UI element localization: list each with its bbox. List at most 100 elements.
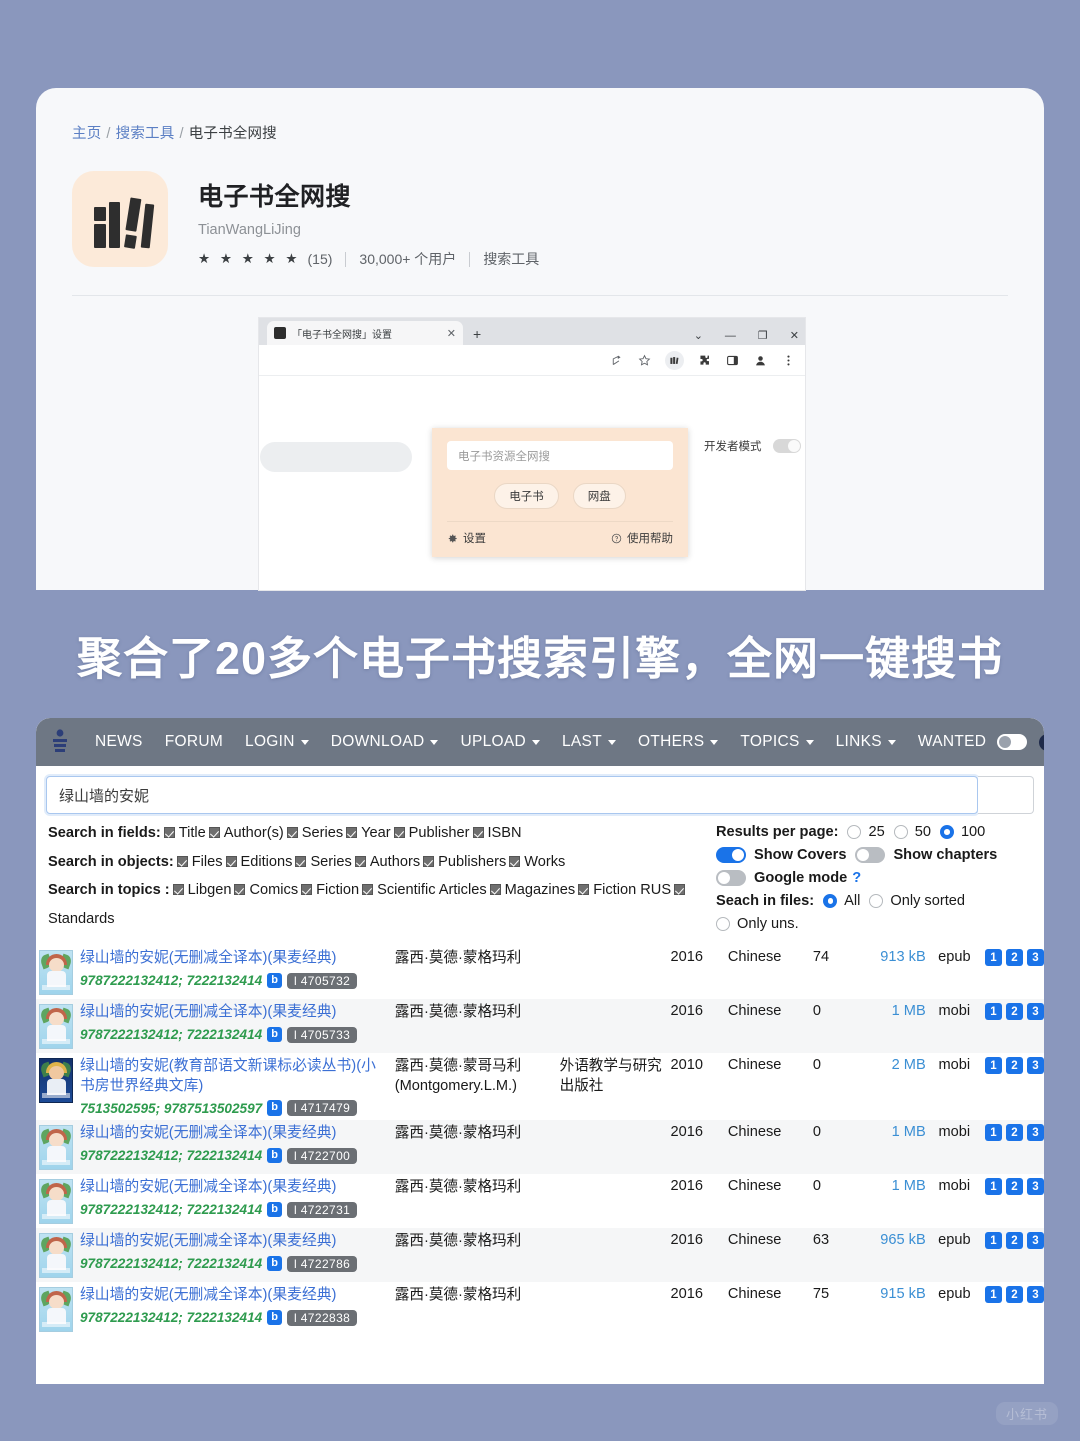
cell-size[interactable]: 1 MB xyxy=(865,1124,926,1140)
google-mode-help-icon[interactable]: ? xyxy=(852,870,861,886)
mirror-link-2[interactable]: 2 xyxy=(1006,1003,1023,1020)
mirror-link-3[interactable]: 3 xyxy=(1027,1178,1044,1196)
nav-item-download[interactable]: DOWNLOAD xyxy=(320,733,450,751)
nav-item-wanted[interactable]: WANTED xyxy=(907,733,997,751)
mirror-link-3[interactable]: 3 xyxy=(1027,1286,1044,1304)
checkbox-works[interactable] xyxy=(509,855,521,867)
badge-record-id[interactable]: l 4722838 xyxy=(286,1309,358,1326)
mirror-link-2[interactable]: 2 xyxy=(1006,1124,1023,1142)
puzzle-icon[interactable] xyxy=(697,353,712,368)
checkbox-standards[interactable] xyxy=(674,884,686,896)
checkbox-authors[interactable] xyxy=(208,827,220,838)
checkbox-magazines[interactable] xyxy=(489,884,501,896)
mirror-link-1[interactable]: 1 xyxy=(985,949,1002,966)
book-title-link[interactable]: 绿山墙的安妮(无删减全译本)(果麦经典) xyxy=(80,1178,389,1198)
cell-size[interactable]: 2 MB xyxy=(865,1057,926,1073)
radio-files-only-uns[interactable] xyxy=(716,917,730,931)
checkbox-year[interactable] xyxy=(346,827,358,838)
maximize-icon[interactable]: ❐ xyxy=(758,329,768,342)
search-input[interactable]: 绿山墙的安妮 xyxy=(46,776,978,814)
table-row[interactable]: 绿山墙的安妮(教育部语文新课标必读丛书)(小书房世界经典文库) 75135025… xyxy=(36,1053,1044,1121)
minimize-icon[interactable]: — xyxy=(725,330,736,342)
book-title-link[interactable]: 绿山墙的安妮(无删减全译本)(果麦经典) xyxy=(80,1232,389,1252)
nav-item-others[interactable]: OTHERS xyxy=(627,733,729,751)
book-title-link[interactable]: 绿山墙的安妮(无删减全译本)(果麦经典) xyxy=(80,1124,389,1144)
badge-record-id[interactable]: l 4705732 xyxy=(286,972,358,989)
badge-record-id[interactable]: l 4705733 xyxy=(286,1026,358,1043)
close-tab-icon[interactable]: ✕ xyxy=(447,327,456,340)
mirror-link-1[interactable]: 1 xyxy=(985,1178,1002,1196)
badge-b[interactable]: b xyxy=(267,1100,282,1116)
radio-50[interactable] xyxy=(893,825,908,839)
book-title-link[interactable]: 绿山墙的安妮(无删减全译本)(果麦经典) xyxy=(80,1003,389,1023)
badge-b[interactable]: b xyxy=(267,1255,282,1272)
nav-item-topics[interactable]: TOPICS xyxy=(729,733,824,751)
nav-item-news[interactable]: NEWS xyxy=(84,733,154,751)
nav-theme-toggle[interactable] xyxy=(997,734,1028,750)
book-cover[interactable] xyxy=(39,1125,73,1171)
cell-size[interactable]: 913 kB xyxy=(865,949,925,965)
book-cover[interactable] xyxy=(39,1287,73,1333)
popup-settings-link[interactable]: 设置 xyxy=(447,530,486,546)
nav-item-forum[interactable]: FORUM xyxy=(154,733,234,751)
libgen-logo-icon[interactable] xyxy=(50,729,70,755)
mirror-link-1[interactable]: 1 xyxy=(985,1124,1002,1142)
moon-icon[interactable] xyxy=(1039,733,1044,751)
mirror-link-2[interactable]: 2 xyxy=(1006,1178,1023,1196)
toggle-show-covers[interactable] xyxy=(716,847,746,863)
checkbox-publisher[interactable] xyxy=(393,827,405,838)
radio-25[interactable] xyxy=(847,825,862,839)
checkbox-editions[interactable] xyxy=(225,855,237,867)
new-tab-icon[interactable]: + xyxy=(473,326,481,342)
book-cover[interactable] xyxy=(39,950,73,995)
browser-tab[interactable]: 「电子书全网搜」设置 ✕ xyxy=(267,321,463,345)
nav-item-links[interactable]: LINKS xyxy=(825,733,907,751)
mirror-link-1[interactable]: 1 xyxy=(985,1286,1002,1304)
developer-mode-toggle[interactable] xyxy=(772,439,801,453)
badge-record-id[interactable]: l 4722731 xyxy=(286,1201,358,1218)
badge-record-id[interactable]: l 4722700 xyxy=(286,1147,358,1164)
badge-b[interactable]: b xyxy=(267,1309,282,1326)
star-icon[interactable] xyxy=(637,353,652,368)
checkbox-libgen[interactable] xyxy=(172,884,184,896)
cell-size[interactable]: 965 kB xyxy=(865,1232,925,1248)
checkbox-obj-authors[interactable] xyxy=(354,855,366,867)
collapse-icon[interactable]: ⌄ xyxy=(694,329,703,342)
breadcrumb-home[interactable]: 主页 xyxy=(72,126,101,142)
popup-button-netdisk[interactable]: 网盘 xyxy=(572,483,626,509)
checkbox-fiction[interactable] xyxy=(301,884,313,896)
table-row[interactable]: 绿山墙的安妮(无删减全译本)(果麦经典) 9787222132412; 7222… xyxy=(36,999,1044,1053)
radio-files-all[interactable] xyxy=(823,894,838,908)
checkbox-title[interactable] xyxy=(163,827,175,838)
mirror-link-1[interactable]: 1 xyxy=(985,1232,1002,1250)
checkbox-files[interactable] xyxy=(176,855,188,867)
mirror-link-1[interactable]: 1 xyxy=(985,1057,1002,1074)
book-title-link[interactable]: 绿山墙的安妮(无删减全译本)(果麦经典) xyxy=(80,949,389,969)
table-row[interactable]: 绿山墙的安妮(无删减全译本)(果麦经典) 9787222132412; 7222… xyxy=(36,945,1044,999)
book-title-link[interactable]: 绿山墙的安妮(无删减全译本)(果麦经典) xyxy=(80,1286,389,1306)
checkbox-obj-series[interactable] xyxy=(295,855,307,867)
cell-size[interactable]: 915 kB xyxy=(865,1286,925,1302)
radio-100[interactable] xyxy=(939,825,954,839)
badge-b[interactable]: b xyxy=(267,1026,282,1043)
breadcrumb-category[interactable]: 搜索工具 xyxy=(116,126,175,142)
checkbox-comics[interactable] xyxy=(234,884,246,896)
book-cover[interactable] xyxy=(39,1179,73,1225)
badge-b[interactable]: b xyxy=(267,1201,282,1218)
mirror-link-3[interactable]: 3 xyxy=(1027,1057,1044,1074)
table-row[interactable]: 绿山墙的安妮(无删减全译本)(果麦经典) 9787222132412; 7222… xyxy=(36,1282,1044,1337)
mirror-link-1[interactable]: 1 xyxy=(985,1003,1002,1020)
mirror-link-2[interactable]: 2 xyxy=(1006,949,1023,966)
badge-b[interactable]: b xyxy=(267,972,282,989)
mirror-link-3[interactable]: 3 xyxy=(1027,1232,1044,1250)
nav-item-login[interactable]: LOGIN xyxy=(234,733,320,751)
book-cover[interactable] xyxy=(39,1058,73,1103)
table-row[interactable]: 绿山墙的安妮(无删减全译本)(果麦经典) 9787222132412; 7222… xyxy=(36,1228,1044,1283)
sidepanel-icon[interactable] xyxy=(725,353,740,368)
nav-item-upload[interactable]: UPLOAD xyxy=(449,733,551,751)
checkbox-isbn[interactable] xyxy=(472,827,484,838)
badge-b[interactable]: b xyxy=(267,1147,282,1164)
close-window-icon[interactable]: ✕ xyxy=(790,329,799,342)
badge-record-id[interactable]: l 4722786 xyxy=(286,1255,358,1272)
checkbox-publishers[interactable] xyxy=(423,855,435,867)
